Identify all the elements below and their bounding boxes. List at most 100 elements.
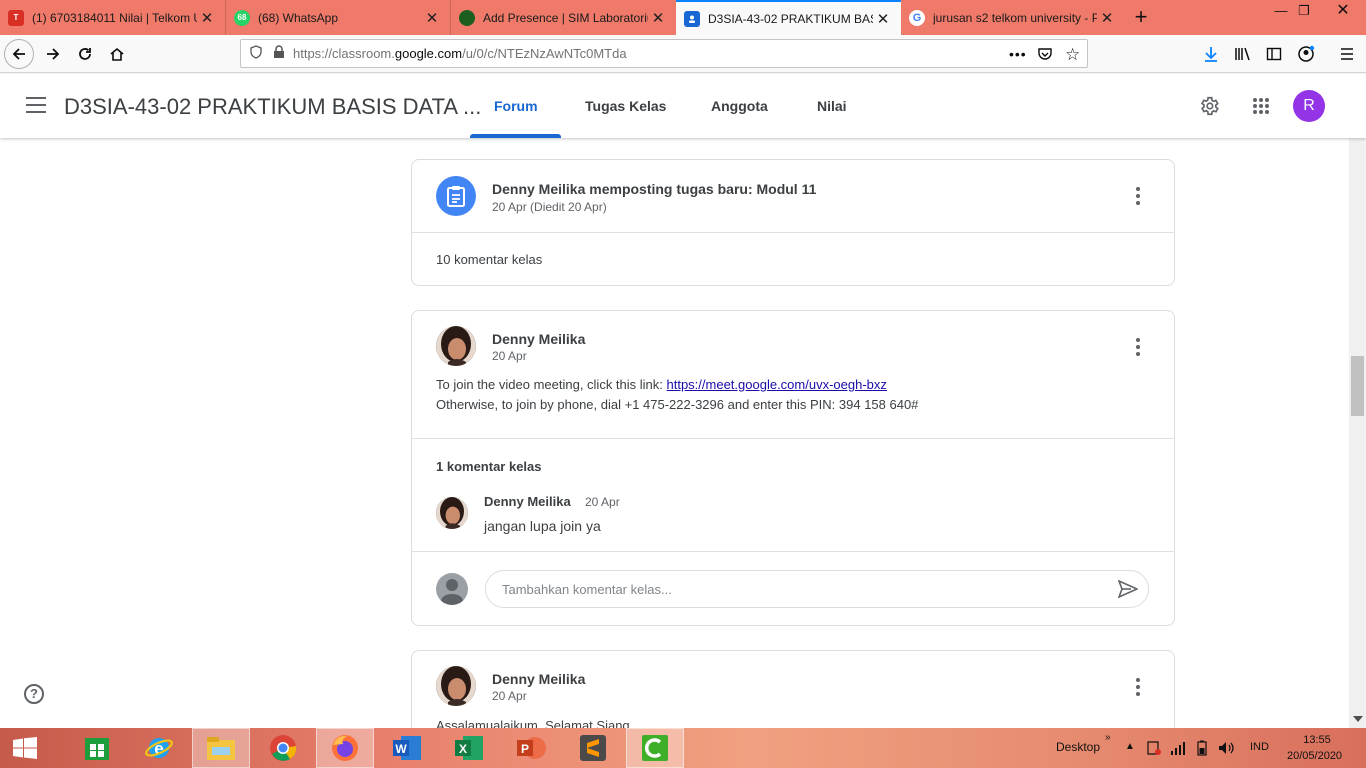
main-menu-icon[interactable] — [26, 97, 46, 113]
settings-gear-icon[interactable] — [1197, 94, 1221, 118]
menu-icon[interactable] — [1332, 39, 1362, 69]
tab-nilai[interactable]: Nilai — [817, 98, 847, 114]
tab-tugas-kelas[interactable]: Tugas Kelas — [585, 98, 666, 114]
profile-avatar[interactable]: R — [1293, 90, 1325, 122]
post-body-line-1: To join the video meeting, click this li… — [436, 375, 918, 395]
clock-date[interactable]: 20/05/2020 — [1287, 750, 1342, 762]
browser-tab-strip: T (1) 6703184011 Nilai | Telkom U ✕ 68 (… — [0, 0, 1366, 35]
post-date: 20 Apr — [492, 349, 527, 363]
close-tab-icon[interactable]: ✕ — [648, 9, 668, 27]
lock-icon[interactable] — [273, 45, 285, 62]
excel-icon[interactable]: X — [440, 728, 498, 768]
shield-icon[interactable] — [249, 45, 263, 62]
tab-title: (68) WhatsApp — [258, 10, 339, 25]
word-icon[interactable]: W — [378, 728, 436, 768]
browser-toolbar: https://classroom.google.com/u/0/c/NTEzN… — [0, 35, 1366, 73]
address-bar[interactable]: https://classroom.google.com/u/0/c/NTEzN… — [240, 39, 1088, 68]
comment-author: Denny Meilika — [484, 494, 571, 509]
post-title[interactable]: Denny Meilika memposting tugas baru: Mod… — [492, 181, 816, 197]
class-comments-count[interactable]: 1 komentar kelas — [436, 459, 542, 474]
volume-icon[interactable] — [1214, 728, 1238, 768]
browser-tab-sim-lab[interactable]: Add Presence | SIM Laboratoriu ✕ — [451, 0, 676, 35]
new-tab-icon[interactable]: + — [1128, 4, 1154, 30]
classroom-favicon-icon — [684, 10, 700, 27]
browser-tab-whatsapp[interactable]: 68 (68) WhatsApp ✕ — [226, 0, 451, 35]
battery-icon[interactable] — [1191, 728, 1213, 768]
chrome-icon[interactable] — [254, 728, 312, 768]
action-center-icon[interactable] — [1143, 728, 1165, 768]
tab-title: jurusan s2 telkom university - P — [933, 10, 1097, 25]
more-options-icon[interactable] — [1126, 675, 1150, 699]
camtasia-icon[interactable] — [626, 728, 684, 768]
close-tab-icon[interactable]: ✕ — [422, 9, 442, 27]
comment-text: jangan lupa join ya — [484, 518, 601, 534]
class-title[interactable]: D3SIA-43-02 PRAKTIKUM BASIS DATA ... — [64, 94, 481, 120]
assignment-post-card[interactable]: Denny Meilika memposting tugas baru: Mod… — [411, 159, 1175, 286]
toolbar-expand-icon[interactable]: » — [1105, 732, 1111, 743]
tab-title: (1) 6703184011 Nilai | Telkom U — [32, 10, 197, 25]
start-windows-icon[interactable] — [0, 728, 50, 768]
more-options-icon[interactable] — [1126, 335, 1150, 359]
meet-link[interactable]: https://meet.google.com/uvx-oegh-bxz — [667, 377, 887, 392]
close-tab-icon[interactable]: ✕ — [873, 10, 893, 28]
commenter-avatar — [436, 497, 468, 529]
class-comments-link[interactable]: 10 komentar kelas — [436, 252, 542, 267]
firefox-icon[interactable] — [316, 728, 374, 768]
forward-arrow-icon[interactable] — [38, 39, 68, 69]
downloads-icon[interactable] — [1196, 39, 1226, 69]
close-tab-icon[interactable]: ✕ — [1097, 9, 1117, 27]
tab-anggota[interactable]: Anggota — [711, 98, 768, 114]
divider — [412, 438, 1174, 439]
pocket-icon[interactable] — [1037, 46, 1053, 65]
back-button[interactable] — [4, 39, 34, 69]
close-tab-icon[interactable]: ✕ — [197, 9, 217, 27]
reload-icon[interactable] — [70, 39, 100, 69]
internet-explorer-icon[interactable]: e — [130, 728, 188, 768]
input-language[interactable]: IND — [1250, 741, 1269, 753]
page-scrollbar[interactable] — [1349, 74, 1366, 728]
browser-tab-classroom[interactable]: D3SIA-43-02 PRAKTIKUM BASIS ✕ — [676, 0, 901, 35]
show-hidden-icons-icon[interactable]: ▲ — [1125, 741, 1135, 752]
page-actions-icon[interactable]: ••• — [1009, 46, 1027, 62]
browser-tab-google-search[interactable]: G jurusan s2 telkom university - P ✕ — [901, 0, 1125, 35]
sim-lab-favicon-icon — [459, 9, 475, 26]
scroll-down-icon[interactable] — [1353, 716, 1363, 722]
url-text: https://classroom.google.com/u/0/c/NTEzN… — [293, 46, 627, 61]
tab-title: D3SIA-43-02 PRAKTIKUM BASIS — [708, 11, 873, 26]
google-favicon-icon: G — [909, 9, 925, 26]
account-icon[interactable] — [1291, 39, 1321, 69]
url-domain: google.com — [394, 46, 463, 61]
add-class-comment-input[interactable]: Tambahkan komentar kelas... — [485, 570, 1149, 608]
apps-grid-icon[interactable] — [1249, 94, 1273, 118]
post-date: 20 Apr — [492, 689, 527, 703]
powerpoint-icon[interactable]: P — [502, 728, 560, 768]
back-arrow-icon — [4, 39, 34, 69]
sublime-text-icon[interactable] — [564, 728, 622, 768]
author-avatar — [436, 326, 476, 366]
url-path: /u/0/c/NTEzNzAwNTc0MTda — [462, 46, 627, 61]
network-icon[interactable] — [1167, 728, 1189, 768]
svg-text:W: W — [395, 742, 407, 756]
help-icon[interactable]: ? — [24, 684, 44, 704]
home-icon[interactable] — [102, 39, 132, 69]
stream-content: Denny Meilika memposting tugas baru: Mod… — [0, 138, 1349, 728]
announcement-post-card: Denny Meilika 20 Apr Assalamualaikum, Se… — [411, 650, 1175, 728]
clock-time[interactable]: 13:55 — [1297, 734, 1337, 746]
file-explorer-icon[interactable] — [192, 728, 250, 768]
close-window-icon[interactable]: ✕ — [1320, 0, 1366, 30]
tab-forum[interactable]: Forum — [494, 98, 538, 114]
post-body: Assalamualaikum, Selamat Siang — [436, 718, 630, 728]
send-icon[interactable] — [1117, 579, 1139, 601]
more-options-icon[interactable] — [1126, 184, 1150, 208]
library-icon[interactable] — [1228, 39, 1258, 69]
whatsapp-favicon-icon: 68 — [234, 9, 250, 26]
post-body-text: To join the video meeting, click this li… — [436, 377, 667, 392]
scrollbar-thumb[interactable] — [1351, 356, 1364, 416]
store-icon[interactable] — [68, 728, 126, 768]
svg-text:X: X — [459, 742, 467, 756]
sidebar-icon[interactable] — [1259, 39, 1289, 69]
browser-tab-telkom[interactable]: T (1) 6703184011 Nilai | Telkom U ✕ — [0, 0, 226, 35]
desktop-toolbar-label[interactable]: Desktop — [1056, 740, 1100, 754]
post-author: Denny Meilika — [492, 671, 586, 687]
bookmark-star-icon[interactable]: ☆ — [1065, 45, 1080, 65]
